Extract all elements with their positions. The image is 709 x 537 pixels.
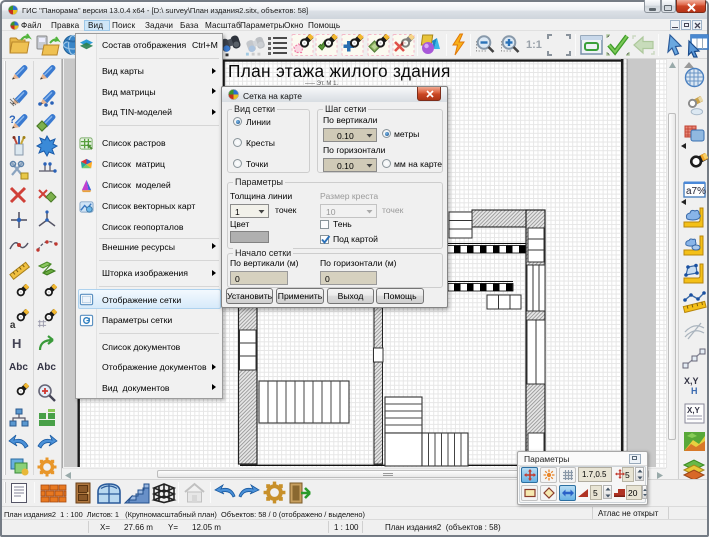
svg-text:a7%: a7% <box>686 186 706 197</box>
svg-text:H: H <box>691 386 698 396</box>
svg-text:X,Y: X,Y <box>684 376 699 386</box>
svg-text:X,Y: X,Y <box>687 406 701 415</box>
svg-text:a: a <box>10 320 16 331</box>
svg-text:?: ? <box>9 114 16 126</box>
